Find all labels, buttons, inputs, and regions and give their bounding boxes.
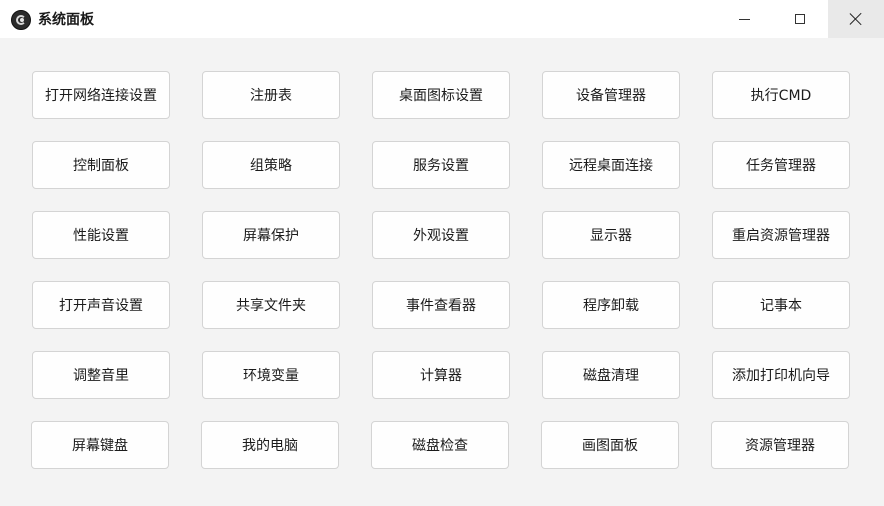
tool-button[interactable]: 控制面板 — [32, 141, 170, 189]
app-logo-icon — [11, 10, 31, 30]
tool-button[interactable]: 事件查看器 — [372, 281, 510, 329]
tool-button[interactable]: 计算器 — [372, 351, 510, 399]
maximize-icon — [795, 14, 805, 24]
tool-button[interactable]: 执行CMD — [712, 71, 850, 119]
tool-button[interactable]: 性能设置 — [32, 211, 170, 259]
tool-button[interactable]: 服务设置 — [372, 141, 510, 189]
system-panel-window: 系统面板 打开网络连接设置 注册表 桌面图标设置 设备管理器 执行CMD 控制面… — [0, 0, 884, 506]
tool-button[interactable]: 我的电脑 — [201, 421, 339, 469]
tool-button[interactable]: 注册表 — [202, 71, 340, 119]
tool-button[interactable]: 屏幕保护 — [202, 211, 340, 259]
tool-button[interactable]: 磁盘检查 — [371, 421, 509, 469]
minimize-icon — [738, 18, 750, 20]
tool-button[interactable]: 环境变量 — [202, 351, 340, 399]
tool-button[interactable]: 打开声音设置 — [32, 281, 170, 329]
tool-button[interactable]: 桌面图标设置 — [372, 71, 510, 119]
maximize-button[interactable] — [772, 0, 828, 38]
tool-button[interactable]: 资源管理器 — [711, 421, 849, 469]
tool-button[interactable]: 调整音里 — [32, 351, 170, 399]
tool-button[interactable]: 画图面板 — [541, 421, 679, 469]
tool-button[interactable]: 记事本 — [712, 281, 850, 329]
tool-button[interactable]: 外观设置 — [372, 211, 510, 259]
tool-button[interactable]: 设备管理器 — [542, 71, 680, 119]
title-bar[interactable]: 系统面板 — [0, 0, 884, 38]
tool-button[interactable]: 打开网络连接设置 — [32, 71, 170, 119]
close-button[interactable] — [828, 0, 884, 38]
tool-button[interactable]: 组策略 — [202, 141, 340, 189]
tool-button[interactable]: 磁盘清理 — [542, 351, 680, 399]
tool-button[interactable]: 重启资源管理器 — [712, 211, 850, 259]
close-icon — [849, 12, 863, 26]
tool-button[interactable]: 共享文件夹 — [202, 281, 340, 329]
tool-button[interactable]: 任务管理器 — [712, 141, 850, 189]
tool-button[interactable]: 屏幕键盘 — [31, 421, 169, 469]
window-title: 系统面板 — [38, 12, 94, 28]
tool-button[interactable]: 远程桌面连接 — [542, 141, 680, 189]
tool-button[interactable]: 添加打印机向导 — [712, 351, 850, 399]
tool-button[interactable]: 程序卸载 — [542, 281, 680, 329]
minimize-button[interactable] — [716, 0, 772, 38]
tool-button[interactable]: 显示器 — [542, 211, 680, 259]
